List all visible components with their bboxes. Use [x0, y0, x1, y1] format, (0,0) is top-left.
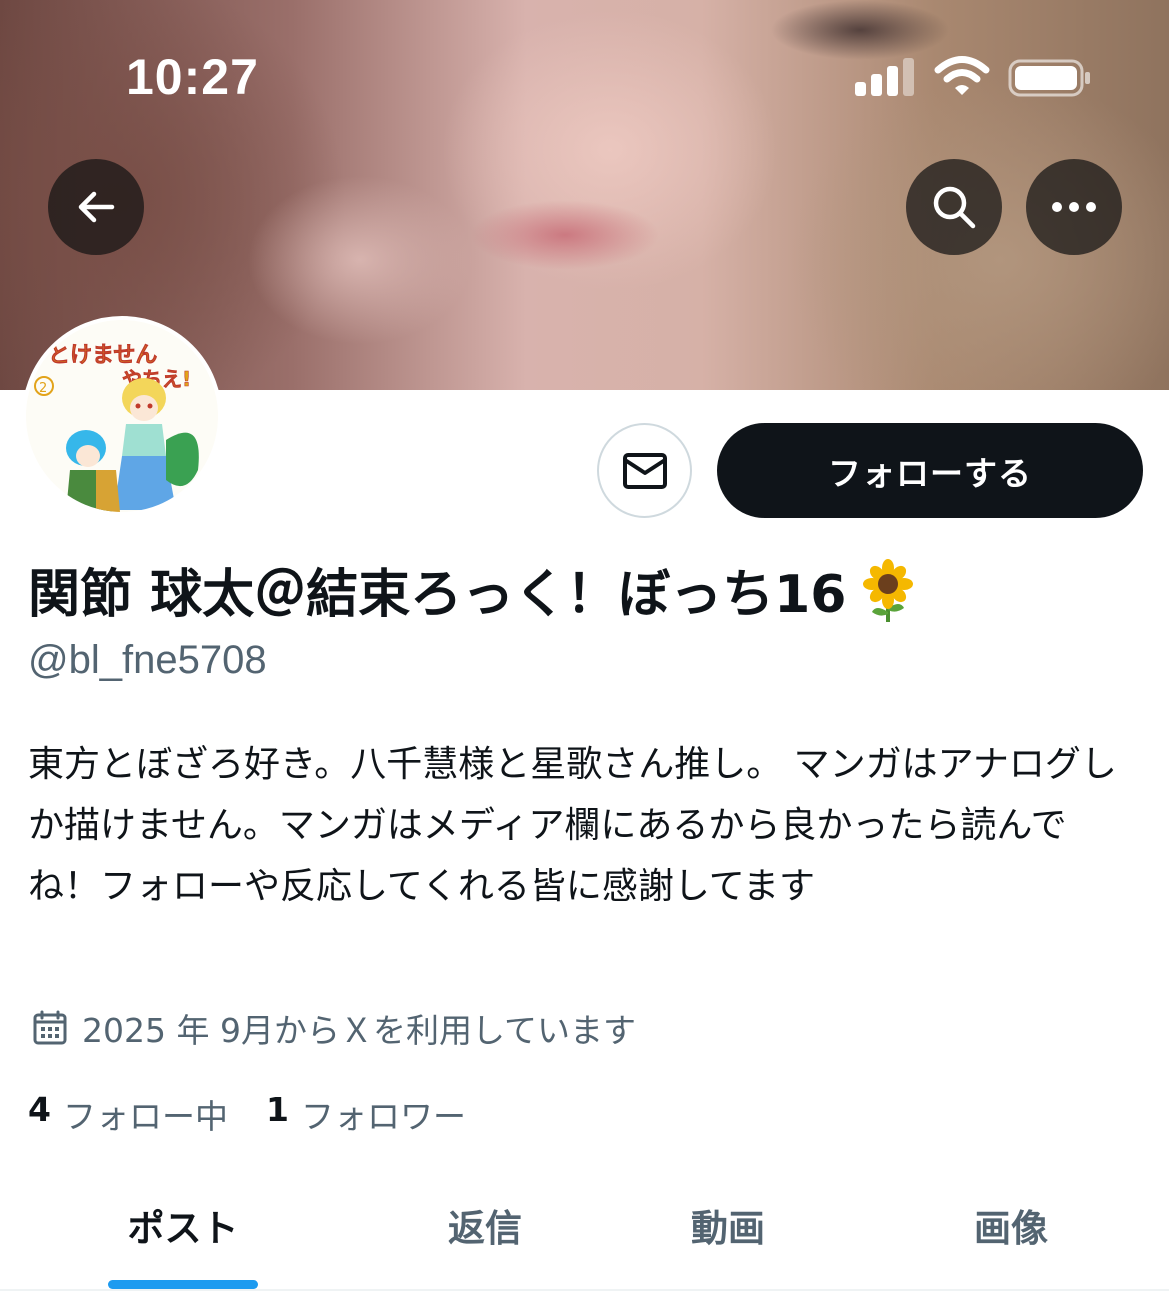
more-options-button[interactable]: [1026, 159, 1122, 255]
back-button[interactable]: [48, 159, 144, 255]
display-name: 関節 球太＠結束ろっく！ぼっち16: [28, 552, 920, 627]
tab-replies[interactable]: 返信: [420, 1198, 550, 1252]
battery-icon: [1008, 59, 1090, 97]
active-tab-indicator: [108, 1280, 258, 1289]
search-icon: [933, 186, 976, 229]
banner-photo-detail: [770, 0, 950, 60]
arrow-left-icon: [78, 191, 115, 223]
status-time: 10:27: [126, 49, 259, 105]
tab-posts[interactable]: ポスト: [108, 1198, 258, 1252]
sunflower-icon: [863, 558, 914, 622]
avatar-illustration: とけません やちえ! 2: [26, 320, 218, 512]
cellular-signal-icon: [855, 56, 915, 96]
search-button[interactable]: [906, 159, 1002, 255]
calendar-icon: [33, 1010, 67, 1045]
bio: 東方とぼざろ好き。八千慧様と星歌さん推し。 マンガはアナログしか描けません。マン…: [28, 744, 1117, 907]
following-link[interactable]: 4 フォロー中: [28, 1090, 228, 1138]
message-button[interactable]: [597, 423, 692, 518]
svg-text:とけません: とけません: [48, 343, 157, 368]
handle: @bl_fne5708: [28, 638, 267, 682]
avatar[interactable]: とけません やちえ! 2: [22, 316, 222, 516]
wifi-icon: [934, 56, 990, 95]
followers-label: フォロワー: [300, 1097, 466, 1136]
join-date-text: 2025 年 9月からＸを利用しています: [82, 1011, 636, 1050]
ellipsis-icon: [1052, 202, 1096, 212]
followers-count: 1: [265, 1090, 289, 1129]
following-count: 4: [28, 1090, 51, 1129]
tab-media[interactable]: 画像: [946, 1198, 1076, 1252]
display-name-text: 関節 球太＠結束ろっく！ぼっち16: [28, 565, 847, 625]
tabs-divider: [0, 1289, 1169, 1291]
tab-videos[interactable]: 動画: [663, 1198, 793, 1252]
follow-button[interactable]: フォローする: [717, 423, 1143, 518]
following-label: フォロー中: [62, 1097, 228, 1136]
banner-photo-detail: [470, 200, 660, 270]
envelope-icon: [622, 452, 667, 489]
sunflower-emoji: [856, 558, 920, 622]
svg-text:2: 2: [39, 381, 47, 396]
follow-stats: 4 フォロー中 1 フォロワー: [28, 1090, 504, 1138]
join-date: 2025 年 9月からＸを利用しています: [32, 1004, 636, 1052]
followers-link[interactable]: 1 フォロワー: [266, 1090, 466, 1138]
